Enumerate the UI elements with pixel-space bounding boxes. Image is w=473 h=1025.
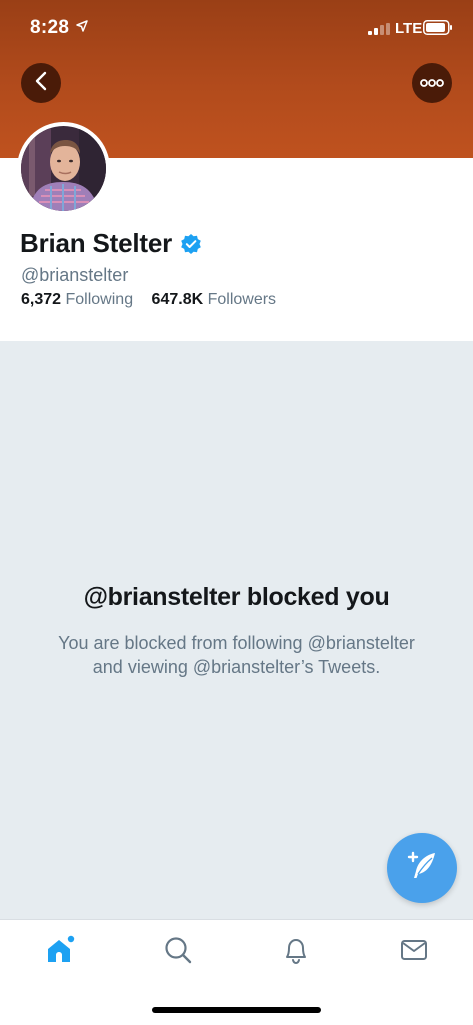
following-stat[interactable]: 6,372 Following (21, 291, 133, 309)
followers-count: 647.8K (151, 291, 204, 308)
blocked-description-line-2: and viewing @brianstelter’s Tweets. (92, 657, 381, 677)
profile-name: Brian Stelter (20, 228, 173, 258)
followers-label: Followers (207, 291, 277, 308)
battery-icon (423, 20, 453, 40)
chevron-left-icon (34, 71, 48, 96)
followers-stat[interactable]: 647.8K Followers (152, 291, 277, 309)
blocked-message-area (0, 341, 473, 919)
more-horizontal-icon (420, 74, 444, 92)
following-count: 6,372 (21, 291, 62, 308)
mail-icon (399, 935, 429, 970)
network-type: LTE (395, 20, 423, 37)
search-icon (163, 935, 193, 970)
blocked-title: @brianstelter blocked you (83, 583, 390, 611)
cellular-signal-icon (368, 22, 390, 40)
status-bar: 8:28 LTE (0, 0, 473, 60)
compose-tweet-icon (405, 849, 439, 888)
home-icon (44, 934, 76, 971)
avatar-photo (21, 126, 106, 211)
verified-badge-icon (180, 233, 202, 255)
more-options-button[interactable] (412, 63, 452, 103)
home-indicator (152, 1007, 321, 1013)
profile-avatar[interactable] (17, 122, 110, 215)
following-label: Following (65, 291, 134, 308)
blocked-description-line-1: You are blocked from following @brianste… (58, 633, 415, 653)
tab-notifications[interactable] (278, 934, 314, 970)
bell-icon (281, 935, 311, 970)
tab-search[interactable] (160, 934, 196, 970)
location-arrow-icon (76, 19, 88, 37)
tab-messages[interactable] (396, 934, 432, 970)
status-time: 8:28 (30, 17, 70, 38)
blocked-description: You are blocked from following @brianste… (0, 631, 473, 679)
tab-home[interactable] (42, 934, 78, 970)
compose-tweet-button[interactable] (387, 833, 457, 903)
back-button[interactable] (21, 63, 61, 103)
profile-stats: 6,372 Following 647.8K Followers (21, 291, 276, 309)
profile-name-row: Brian Stelter (20, 228, 202, 259)
profile-handle: @brianstelter (21, 265, 129, 285)
